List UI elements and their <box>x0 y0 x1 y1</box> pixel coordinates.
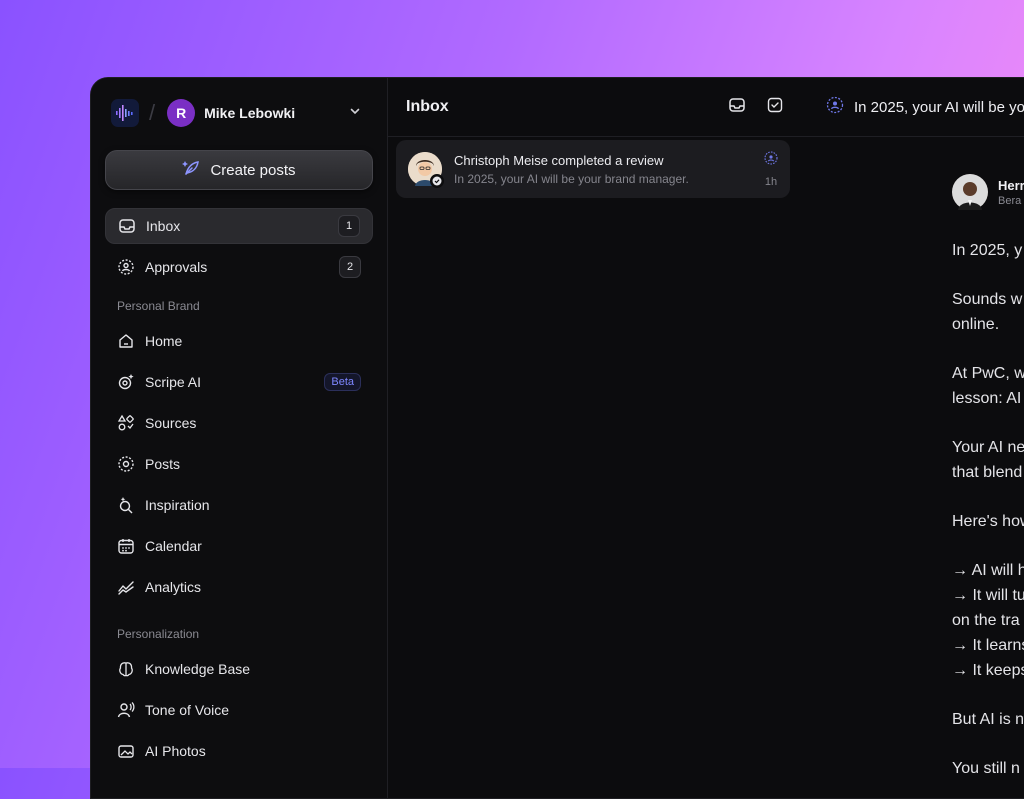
sidebar-item-label: Home <box>145 333 183 349</box>
beta-tag: Beta <box>324 373 361 391</box>
sidebar-item-label: Inbox <box>146 218 181 234</box>
sender-avatar <box>408 152 444 188</box>
inbox-title: Inbox <box>406 98 449 115</box>
inbox-count-badge: 1 <box>338 215 360 237</box>
sources-icon <box>117 414 135 432</box>
sidebar-item-label: Scripe AI <box>145 374 202 390</box>
sidebar-item-posts[interactable]: Posts <box>105 446 373 482</box>
sidebar-item-label: Inspiration <box>145 497 210 513</box>
detail-title: In 2025, your AI will be your brand mana… <box>854 98 1024 116</box>
app-window: / R Mike Lebowki Create posts Inbox 1 Ap… <box>90 77 1024 799</box>
message-time: 1h <box>764 175 778 188</box>
post-paragraph: Your AI ne that blend <box>952 439 1024 481</box>
user-name: Mike Lebowki <box>204 105 296 121</box>
ai-icon <box>117 373 135 391</box>
sidebar-item-tone-of-voice[interactable]: Tone of Voice <box>105 692 373 728</box>
feather-icon <box>182 158 202 182</box>
sidebar-item-approvals[interactable]: Approvals 2 <box>105 249 373 285</box>
voice-icon <box>117 701 135 719</box>
inbox-icon <box>118 217 136 235</box>
sidebar-item-analytics[interactable]: Analytics <box>105 569 373 605</box>
detail-header: In 2025, your AI will be your brand mana… <box>800 78 1024 137</box>
sidebar-item-label: Posts <box>145 456 181 472</box>
sidebar-item-label: Analytics <box>145 579 202 595</box>
sidebar-item-label: Knowledge Base <box>145 661 251 677</box>
home-icon <box>117 332 135 350</box>
approval-user-icon <box>826 96 844 119</box>
sidebar-item-label: Sources <box>145 415 197 431</box>
sidebar-item-sources[interactable]: Sources <box>105 405 373 441</box>
workspace-switcher[interactable]: / R Mike Lebowki <box>111 98 365 128</box>
post-author: Herr Bera <box>952 174 1024 210</box>
post-body: In 2025, y Sounds w online. At PwC, w less… <box>952 238 1024 798</box>
post-paragraph: In 2025, y <box>952 242 1023 259</box>
sidebar-item-scripe-ai[interactable]: Scripe AI Beta <box>105 364 373 400</box>
create-posts-label: Create posts <box>210 161 296 179</box>
section-personal-brand: Personal Brand <box>117 299 200 313</box>
post-paragraph: You still n <box>952 760 1020 777</box>
author-subtitle: Bera <box>998 194 1022 207</box>
inspiration-icon <box>117 496 135 514</box>
create-posts-button[interactable]: Create posts <box>105 150 373 190</box>
posts-icon <box>117 455 135 473</box>
post-paragraph: Here's how <box>952 513 1024 530</box>
post-paragraph: Sounds w online. <box>952 291 1023 333</box>
section-personalization: Personalization <box>117 627 200 641</box>
sidebar-item-knowledge-base[interactable]: Knowledge Base <box>105 651 373 687</box>
sidebar-item-inbox[interactable]: Inbox 1 <box>105 208 373 244</box>
message-title: Christoph Meise completed a review <box>454 152 664 168</box>
sidebar-item-home[interactable]: Home <box>105 323 373 359</box>
brain-icon <box>117 660 135 678</box>
calendar-icon <box>117 537 135 555</box>
inbox-filter-icon[interactable] <box>728 96 746 119</box>
post-paragraph: At PwC, w lesson: AI <box>952 365 1024 407</box>
author-avatar <box>952 174 988 210</box>
inbox-message-item[interactable]: Christoph Meise completed a review In 20… <box>396 140 790 198</box>
post-detail-panel: In 2025, your AI will be your brand mana… <box>800 78 1024 798</box>
sidebar-item-label: Calendar <box>145 538 202 554</box>
primary-nav: Inbox 1 Approvals 2 Personal Brand Home <box>105 208 373 774</box>
sidebar-item-label: Approvals <box>145 259 208 275</box>
sidebar-item-ai-photos[interactable]: AI Photos <box>105 733 373 769</box>
approvals-count-badge: 2 <box>339 256 361 278</box>
post-paragraph: → AI will h → It will tu on the tra → It le… <box>952 562 1024 679</box>
approvals-icon <box>117 258 135 276</box>
sidebar-item-inspiration[interactable]: Inspiration <box>105 487 373 523</box>
sidebar-item-label: Tone of Voice <box>145 702 230 718</box>
brand-logo-icon <box>111 99 139 127</box>
chevron-down-icon[interactable] <box>349 104 361 122</box>
post-paragraph: But AI is n <box>952 711 1024 728</box>
message-preview: In 2025, your AI will be your brand mana… <box>454 171 689 186</box>
author-name: Herr <box>998 177 1024 193</box>
workspace-divider: / <box>149 100 156 125</box>
sidebar-item-calendar[interactable]: Calendar <box>105 528 373 564</box>
mark-done-icon[interactable] <box>766 96 784 119</box>
analytics-icon <box>117 578 135 596</box>
photos-icon <box>117 742 135 760</box>
sidebar: / R Mike Lebowki Create posts Inbox 1 Ap… <box>91 78 387 798</box>
user-avatar: R <box>167 99 196 127</box>
check-badge-icon <box>430 174 444 188</box>
approval-user-icon <box>764 150 778 170</box>
inbox-panel: Inbox Christoph Meise completed a review… <box>387 78 801 798</box>
inbox-header: Inbox <box>388 78 800 137</box>
sidebar-item-label: AI Photos <box>145 743 206 759</box>
